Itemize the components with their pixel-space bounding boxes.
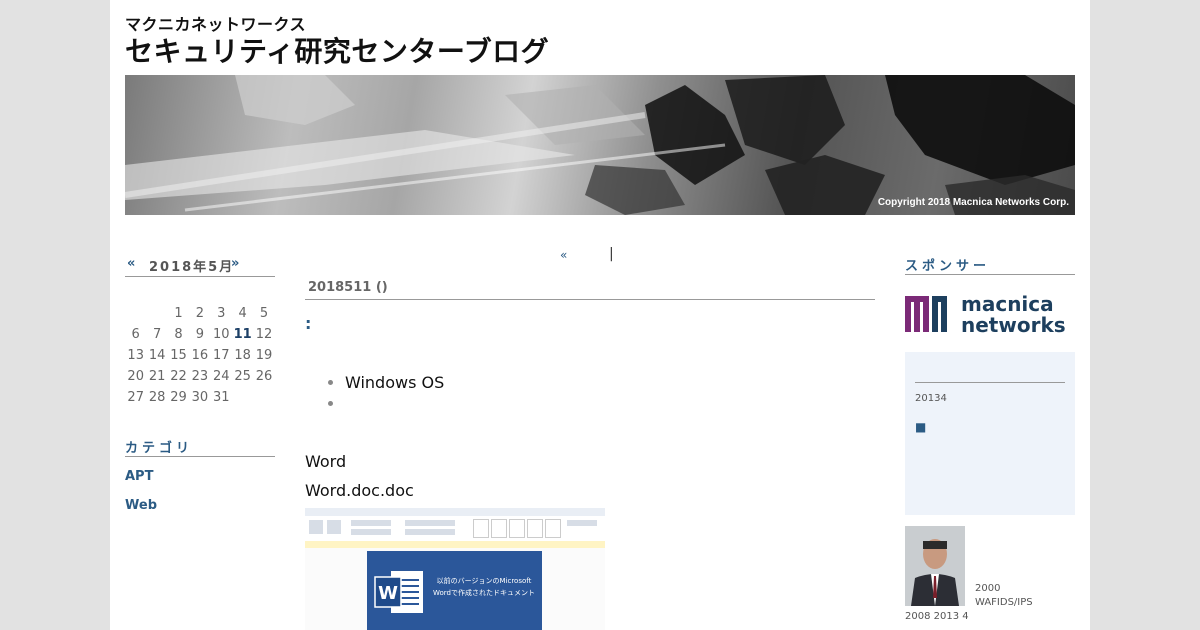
logo-text-line2: networks: [961, 313, 1066, 334]
calendar-grid: 1 2 3 4 5 6 7 8 9 10 11 12 13 14 15 16 17 18 19 20 21 22 23 24 2…: [125, 303, 275, 408]
calendar-day-24: 24: [212, 369, 230, 384]
world-map-graphic: [125, 75, 1075, 215]
calendar-day-30: 30: [191, 390, 209, 405]
word-doc-icon: W: [374, 571, 423, 613]
calendar-day-1: 1: [174, 306, 183, 321]
calendar-day-18: 18: [234, 348, 251, 363]
calendar-day-11[interactable]: 11: [232, 324, 253, 345]
calendar-header: « 2018年5月 »: [125, 256, 275, 277]
divider: [915, 382, 1065, 383]
macnica-networks-logo[interactable]: macnica networks: [905, 290, 1077, 334]
word-screenshot-image: W 以前のバージョンのMicrosoft Wordで作成されたドキュメント: [305, 508, 605, 630]
post-bullet-list: Windows OS: [328, 372, 444, 414]
calendar-month-label: 2018年5月: [149, 260, 235, 275]
calendar-day-19: 19: [255, 348, 273, 363]
calendar-day-17: 17: [212, 348, 230, 363]
calendar-day-2: 2: [195, 306, 204, 321]
calendar-day-4: 4: [238, 306, 247, 321]
calendar-day-13: 13: [127, 348, 144, 363]
post-paragraph-word-doc: Word.doc.doc: [305, 481, 414, 500]
calendar-day-10: 10: [212, 327, 230, 342]
ribbon-titlebar: [305, 508, 605, 516]
info-text: 20134: [915, 393, 947, 404]
calendar-day-28: 28: [148, 390, 166, 405]
category-link-web[interactable]: Web: [125, 498, 157, 513]
list-item: Windows OS: [345, 372, 444, 393]
calendar-day-26: 26: [255, 369, 273, 384]
post-date: 2018511 (): [305, 280, 875, 300]
calendar-day-8: 8: [174, 327, 183, 342]
protected-view-bar: [305, 541, 605, 548]
calendar-day-25: 25: [234, 369, 251, 384]
post-title[interactable]: :: [305, 314, 311, 333]
word-legacy-caption: 以前のバージョンのMicrosoft Wordで作成されたドキュメント: [433, 577, 535, 597]
calendar-day-29: 29: [170, 390, 187, 405]
bullet-text-windows-os: Windows OS: [345, 373, 445, 392]
sidebar-info-box: 20134 ■: [905, 352, 1075, 515]
calendar-day-23: 23: [191, 369, 209, 384]
calendar-day-27: 27: [127, 390, 144, 405]
pager-separator: |: [609, 246, 614, 262]
ribbon-toolbar: [305, 516, 605, 542]
author-photo: [905, 526, 965, 606]
prev-post-link[interactable]: «: [560, 248, 567, 262]
calendar-day-3: 3: [217, 306, 226, 321]
calendar-next-link[interactable]: »: [231, 256, 241, 271]
sponsor-heading: スポンサー: [905, 255, 1075, 275]
page-container: マクニカネットワークス セキュリティ研究センターブログ Copyright 20…: [110, 0, 1090, 630]
calendar-empty-cell: [232, 387, 253, 408]
calendar-day-15: 15: [170, 348, 187, 363]
author-portrait: [905, 526, 965, 606]
categories-heading: カテゴリ: [125, 437, 275, 457]
calendar-day-22: 22: [170, 369, 187, 384]
calendar-day-31: 31: [212, 390, 230, 405]
info-bullet-link[interactable]: ■: [915, 420, 926, 434]
calendar-empty-cell: [146, 303, 167, 324]
calendar-day-6: 6: [131, 327, 140, 342]
category-link-apt[interactable]: APT: [125, 469, 153, 484]
calendar-day-9: 9: [195, 327, 204, 342]
list-item: [345, 393, 444, 414]
post-paragraph-word: Word: [305, 452, 347, 471]
calendar-day-16: 16: [191, 348, 209, 363]
author-bio-line1: 2000: [975, 583, 1001, 594]
word-legacy-card: W 以前のバージョンのMicrosoft Wordで作成されたドキュメント: [367, 551, 542, 630]
banner-copyright: Copyright 2018 Macnica Networks Corp.: [877, 197, 1069, 208]
calendar-empty-cell: [125, 303, 146, 324]
author-bio-line3: 2008 2013 4: [905, 611, 969, 622]
svg-text:W: W: [378, 583, 398, 604]
calendar-prev-link[interactable]: «: [127, 256, 137, 271]
author-bio-line2: WAFIDS/IPS: [975, 597, 1033, 608]
calendar-day-12: 12: [255, 327, 273, 342]
calendar-empty-cell: [253, 387, 274, 408]
calendar-day-5: 5: [259, 306, 269, 321]
calendar-day-14: 14: [148, 348, 166, 363]
calendar-day-20: 20: [127, 369, 144, 384]
calendar-day-21: 21: [148, 369, 166, 384]
header-banner: Copyright 2018 Macnica Networks Corp.: [125, 75, 1075, 215]
calendar-day-7: 7: [152, 327, 162, 342]
blog-title[interactable]: セキュリティ研究センターブログ: [125, 30, 549, 70]
